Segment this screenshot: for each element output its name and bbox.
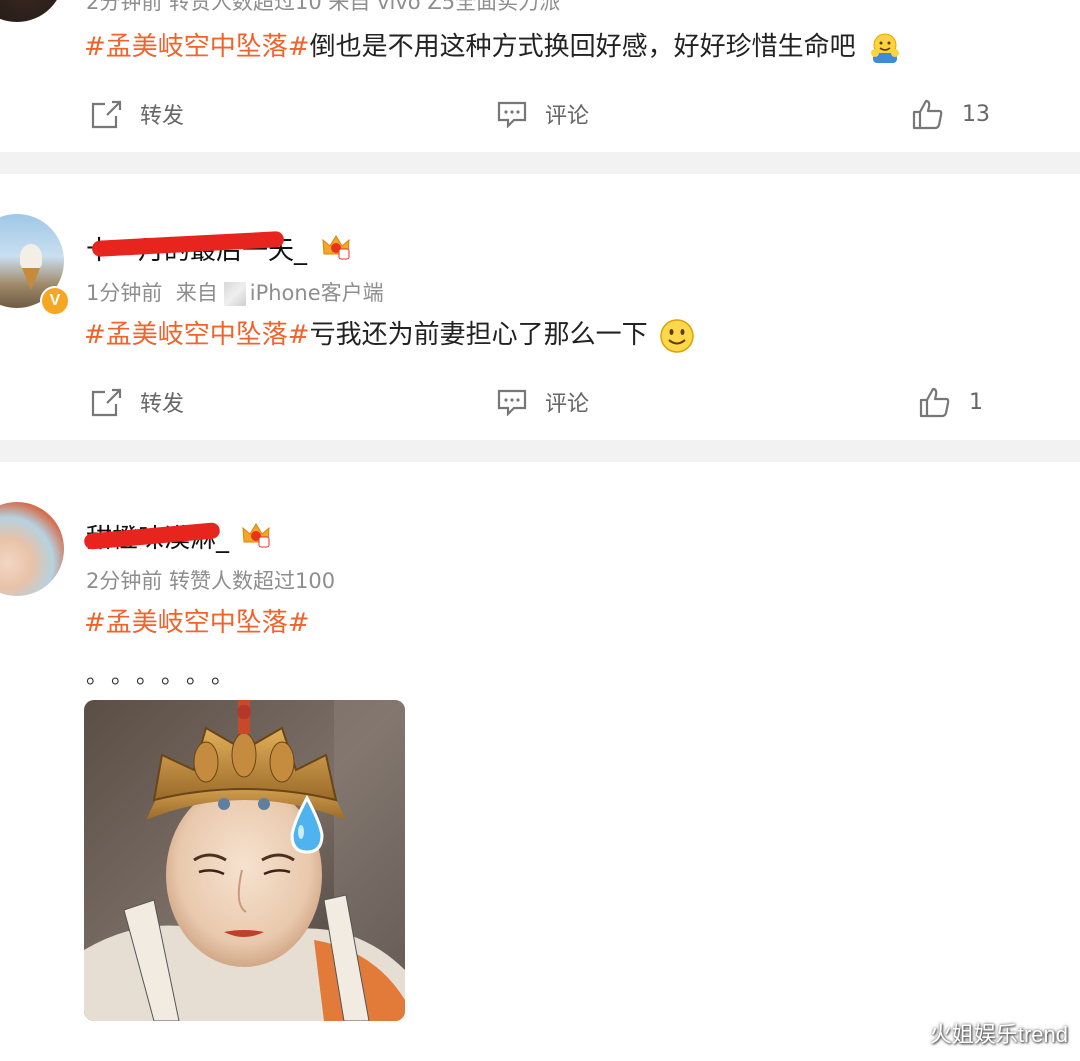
comment-button[interactable]: 评论 [497, 94, 589, 134]
smile-emoji-icon [660, 318, 694, 353]
comment-icon [497, 389, 527, 416]
repost-icon [91, 388, 122, 417]
post-actions: 转发 评论 13 [0, 94, 1080, 134]
thumbs-up-icon [919, 387, 950, 418]
topic-link[interactable]: #孟美岐空中坠落# [84, 608, 310, 638]
avatar[interactable] [0, 0, 64, 22]
watermark: 火姐娱乐trend [929, 1022, 1068, 1047]
comment-label: 评论 [545, 392, 590, 417]
post-image[interactable] [84, 700, 405, 1021]
verified-badge: V [40, 286, 70, 316]
post-client: iPhone客户端 [249, 281, 384, 305]
like-button[interactable]: 1 [919, 382, 983, 422]
comment-label: 评论 [545, 104, 590, 129]
avatar[interactable] [0, 502, 64, 596]
post-meta: 2分钟前 转赞人数超过100 [86, 569, 336, 593]
post-actions: 转发 评论 1 [0, 382, 1080, 422]
repost-label: 转发 [140, 392, 185, 417]
post-text: #孟美岐空中坠落#亏我还为前妻担心了那么一下 [84, 314, 696, 355]
comment-button[interactable]: 评论 [497, 382, 589, 422]
post-meta: 2分钟前 转赞人数超过10 来自 vivo Z5全面实力派 [86, 0, 561, 14]
post-card: 甜橙味漠淋_ 2分钟前 转赞人数超过100 #孟美岐空中坠落# 。。。。。。 [0, 462, 1080, 1061]
repost-button[interactable]: 转发 [90, 382, 184, 422]
post-card: V 十一月的最后一天_ 1分钟前 来自iPhone客户端 #孟美岐空中坠落#亏我… [0, 174, 1080, 440]
post-card: 2分钟前 转赞人数超过10 来自 vivo Z5全面实力派 #孟美岐空中坠落#倒… [0, 0, 1080, 150]
hug-emoji-icon [870, 33, 899, 63]
post-separator [0, 440, 1080, 462]
thumbs-up-icon [912, 99, 943, 130]
like-button[interactable]: 13 [912, 94, 990, 134]
repost-label: 转发 [140, 104, 185, 129]
post-meta: 1分钟前 来自 iPhone客户端 [86, 277, 384, 307]
repost-icon [91, 100, 122, 129]
like-count: 13 [962, 101, 990, 127]
comment-icon [497, 101, 527, 128]
post-text: #孟美岐空中坠落# [84, 602, 310, 639]
post-time: 1分钟前 [86, 281, 163, 305]
post-text-content: 倒也是不用这种方式换回好感，好好珍惜生命吧 [309, 32, 856, 62]
repost-button[interactable]: 转发 [90, 94, 184, 134]
post-text-dots: 。。。。。。 [86, 664, 248, 689]
topic-link[interactable]: #孟美岐空中坠落# [84, 320, 310, 350]
post-separator [0, 152, 1080, 174]
topic-link[interactable]: #孟美岐空中坠落# [84, 32, 310, 62]
post-source-prefix: 来自 [175, 281, 218, 305]
member-crown-icon [322, 235, 350, 260]
post-text-content: 亏我还为前妻担心了那么一下 [309, 320, 648, 350]
bodhisattva-statue-image [84, 700, 405, 1021]
member-crown-icon [242, 523, 270, 548]
like-count: 1 [969, 389, 983, 415]
post-text: #孟美岐空中坠落#倒也是不用这种方式换回好感，好好珍惜生命吧 [84, 26, 902, 65]
client-icon [223, 282, 246, 306]
